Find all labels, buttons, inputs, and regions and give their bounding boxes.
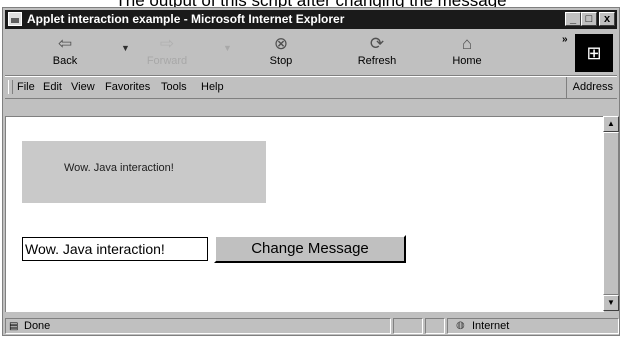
stop-button[interactable]: ⊗ Stop <box>251 33 311 73</box>
scroll-down-icon[interactable]: ▼ <box>603 295 619 311</box>
menu-grip[interactable] <box>8 80 13 94</box>
address-label[interactable]: Address <box>565 77 613 98</box>
page-content: Wow. Java interaction! Wow. Java interac… <box>5 116 604 312</box>
back-arrow-icon: ⇦ <box>57 34 73 53</box>
back-dropdown-icon[interactable]: ▼ <box>121 43 130 53</box>
home-icon: ⌂ <box>461 34 473 53</box>
forward-button[interactable]: ⇨ Forward <box>137 33 197 73</box>
title-bar: Applet interaction example - Microsoft I… <box>5 10 617 29</box>
standard-toolbar: ⇦ Back ▼ ⇨ Forward ▼ ⊗ Stop ⟳ Refresh ⌂ … <box>5 31 617 76</box>
refresh-button[interactable]: ⟳ Refresh <box>347 33 407 73</box>
menu-favorites[interactable]: Favorites <box>105 77 150 98</box>
menu-view[interactable]: View <box>71 77 95 98</box>
toolbar-more-icon[interactable]: » <box>562 34 568 45</box>
java-applet: Wow. Java interaction! <box>22 141 266 203</box>
status-panel: ▤ Done <box>5 318 391 334</box>
menu-tools[interactable]: Tools <box>161 77 187 98</box>
window-controls: _ □ x <box>565 12 615 27</box>
change-message-button[interactable]: Change Message <box>214 235 406 263</box>
status-bar: ▤ Done ◍ Internet <box>5 318 619 334</box>
scroll-up-icon[interactable]: ▲ <box>603 116 619 132</box>
zone-text: Internet <box>472 320 510 332</box>
maximize-button[interactable]: □ <box>581 12 597 26</box>
vertical-scrollbar[interactable]: ▲ ▼ <box>603 116 619 311</box>
windows-logo-icon: ⊞ <box>575 34 613 72</box>
status-cell-secure <box>425 318 445 334</box>
refresh-icon: ⟳ <box>369 34 385 53</box>
minimize-button[interactable]: _ <box>565 12 581 26</box>
menu-edit[interactable]: Edit <box>43 77 62 98</box>
window-title: Applet interaction example - Microsoft I… <box>27 12 345 26</box>
close-button[interactable]: x <box>599 12 615 26</box>
status-text: Done <box>24 320 51 332</box>
browser-window: Applet interaction example - Microsoft I… <box>2 7 620 336</box>
internet-globe-icon: ◍ <box>456 320 465 331</box>
forward-arrow-icon: ⇨ <box>159 34 175 53</box>
menu-help[interactable]: Help <box>201 77 224 98</box>
home-button[interactable]: ⌂ Home <box>437 33 497 73</box>
back-button[interactable]: ⇦ Back <box>35 33 95 73</box>
stop-icon: ⊗ <box>273 34 289 53</box>
applet-message: Wow. Java interaction! <box>64 162 174 174</box>
status-zone: ◍ Internet <box>447 318 619 334</box>
forward-dropdown-icon[interactable]: ▼ <box>223 43 232 53</box>
menu-bar: File Edit View Favorites Tools Help Addr… <box>5 76 617 99</box>
status-cell-progress <box>393 318 423 334</box>
message-text-field[interactable]: Wow. Java interaction! <box>22 237 208 261</box>
page-done-icon: ▤ <box>9 321 19 332</box>
scroll-thumb[interactable] <box>603 132 619 295</box>
menu-file[interactable]: File <box>17 77 35 98</box>
ie-page-icon <box>8 12 22 26</box>
